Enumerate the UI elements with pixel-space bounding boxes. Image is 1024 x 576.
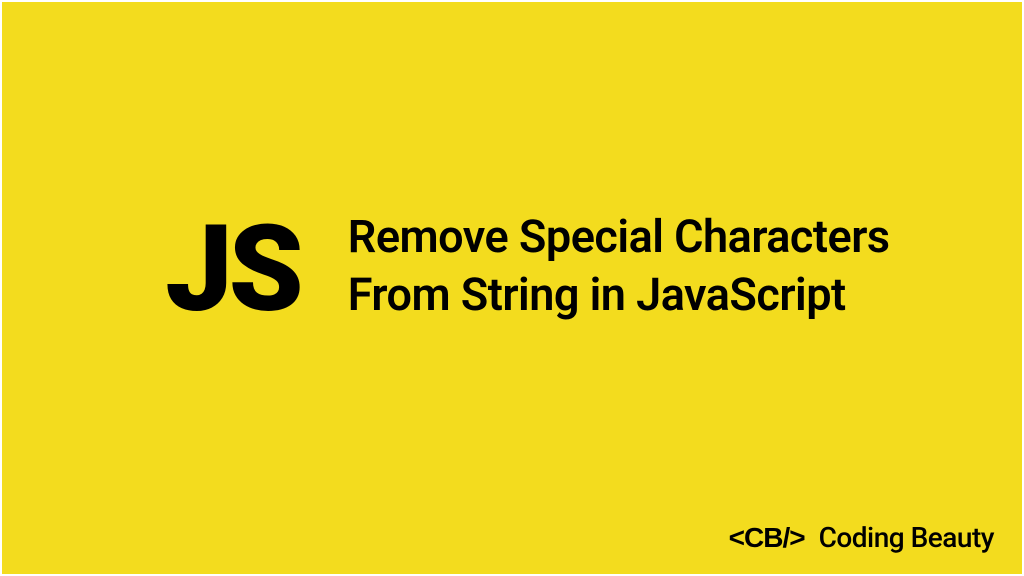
js-logo: JS xyxy=(165,216,300,324)
banner-content: JS Remove Special Characters From String… xyxy=(165,208,918,324)
attribution: <CB/> Coding Beauty xyxy=(729,521,994,554)
attribution-brand: Coding Beauty xyxy=(819,521,994,554)
banner-card: JS Remove Special Characters From String… xyxy=(2,2,1022,574)
banner-title: Remove Special Characters From String in… xyxy=(348,208,918,323)
attribution-tag: <CB/> xyxy=(729,522,805,554)
